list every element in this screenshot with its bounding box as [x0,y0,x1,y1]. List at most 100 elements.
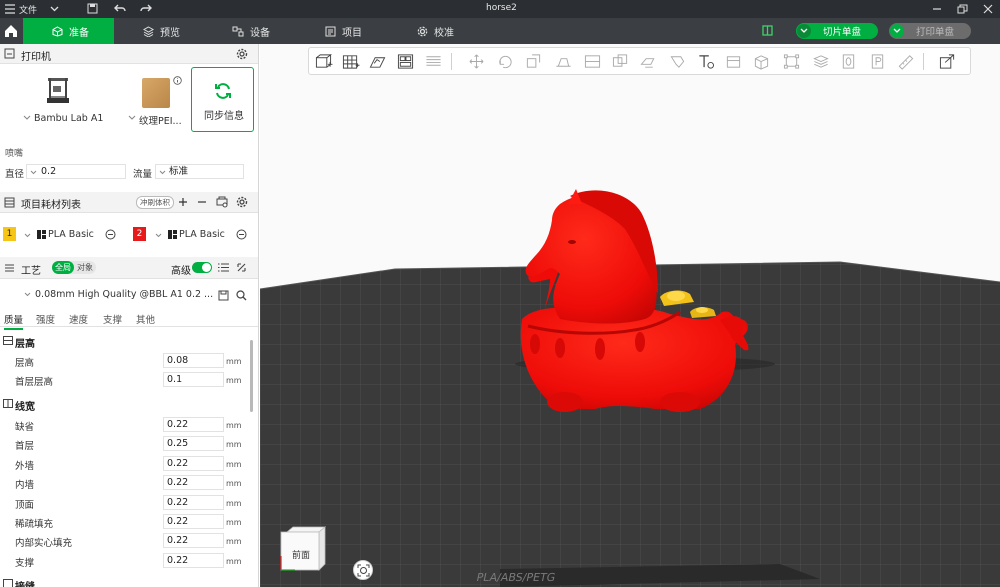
undo-icon[interactable] [114,3,126,14]
window-title: horse2 [486,3,517,13]
line-width-row-unit: mm [226,479,242,489]
filament-slot-2[interactable]: 2 PLA Basic [133,225,256,245]
subtab-speed[interactable]: 速度 [69,312,88,326]
subtab-others[interactable]: 其他 [136,312,155,326]
line-width-row-label: 外墙 [15,460,35,472]
layer-height-value: 0.08 [167,355,189,366]
plate-type-card[interactable]: 纹理PEI... [124,66,187,132]
redo-icon[interactable] [140,3,152,14]
text-icon[interactable] [696,53,715,70]
line-width-row-label: 顶面 [15,499,35,511]
line-width-row-input[interactable]: 0.22 [163,494,224,510]
title-bar: 文件 horse2 [0,0,1000,18]
flush-volume-badge[interactable]: 冲刷体积 [136,196,174,209]
toggle-object[interactable]: 对象 [74,261,96,274]
print-plate-button[interactable]: 打印单盘 [889,23,971,39]
chevron-down-icon[interactable] [128,115,136,121]
restore-icon[interactable] [957,4,968,14]
chevron-down-icon[interactable] [50,6,59,12]
global-object-toggle[interactable]: 全局 对象 [52,261,96,274]
flow-value: 标准 [169,166,189,177]
assembly-view-icon[interactable] [938,53,957,70]
advanced-switch[interactable] [192,262,212,273]
add-icon[interactable] [178,197,188,207]
tab-project-label: 项目 [342,27,362,39]
cut-icon [584,55,601,68]
bambu-logo-icon [37,230,46,239]
filament-section-title: 项目耗材列表 [21,200,81,211]
add-object-icon[interactable] [314,53,333,70]
remove-icon[interactable] [197,197,207,207]
subtab-support[interactable]: 支撑 [103,312,122,326]
file-menu[interactable]: 文件 [19,3,37,16]
chevron-down-icon [24,233,31,238]
line-width-row-input[interactable]: 0.22 [163,533,224,549]
filament-slot-1[interactable]: 1 PLA Basic [3,225,126,245]
compare-icon[interactable] [236,262,247,273]
edit-circle-icon[interactable] [105,229,116,240]
chevron-down-icon[interactable] [797,24,811,38]
flow-select[interactable]: 标准 [155,164,244,179]
tab-preview[interactable]: 预览 [143,18,203,44]
home-button[interactable] [0,18,22,44]
process-subtabs: 质量 强度 速度 支撑 其他 [0,310,258,330]
menu-icon[interactable] [5,4,15,14]
tab-device-label: 设备 [250,27,270,39]
line-width-row-value: 0.22 [167,516,189,527]
fit-view-button[interactable] [353,560,373,580]
gear-icon[interactable] [236,48,248,60]
printer-card[interactable]: Bambu Lab A1 [2,66,121,132]
3d-viewport[interactable]: PLA/ABS/PETG 前面 [260,44,1000,587]
filament-section-header: 项目耗材列表 冲刷体积 [0,192,258,213]
auto-orient-icon[interactable] [368,53,387,70]
edit-circle-icon[interactable] [236,229,247,240]
plate-manager-icon[interactable] [762,25,773,36]
line-width-row-label: 首层 [15,441,35,453]
first-layer-height-input[interactable]: 0.1 [163,372,224,387]
lay-on-face-icon [556,58,571,67]
line-width-row-input[interactable]: 0.22 [163,475,224,491]
toggle-global[interactable]: 全局 [52,261,74,274]
printer-sync-icon[interactable] [216,196,228,208]
tab-project[interactable]: 项目 [325,18,385,44]
layer-height-input[interactable]: 0.08 [163,353,224,368]
tab-device[interactable]: 设备 [232,18,292,44]
panel-scrollbar[interactable] [250,340,253,412]
search-icon[interactable] [236,290,247,301]
save-icon[interactable] [87,3,98,14]
chevron-down-icon[interactable] [23,115,31,121]
view-cube-front-label: 前面 [292,551,311,561]
save-preset-icon[interactable] [218,290,229,301]
process-preset-select[interactable]: 0.08mm High Quality @BBL A1 0.2 ... [20,285,213,303]
line-width-row-input[interactable]: 0.22 [163,455,224,471]
add-plate-icon[interactable] [341,53,360,70]
slice-plate-button[interactable]: 切片单盘 [796,23,878,39]
tab-calibration[interactable]: 校准 [417,18,477,44]
flow-label: 流量 [133,169,153,180]
minimize-icon[interactable] [932,5,942,13]
subtab-quality[interactable]: 质量 [4,312,24,330]
process-icon [5,264,14,272]
line-width-row-label: 缺省 [15,422,35,433]
info-icon[interactable] [173,76,182,85]
filament-name: PLA Basic [179,229,225,240]
process-preset-name: 0.08mm High Quality @BBL A1 0.2 ... [35,289,214,300]
arrange-icon[interactable] [396,53,415,70]
view-cube[interactable]: 前面 [279,526,327,574]
chevron-down-icon[interactable] [890,24,904,38]
left-settings-panel: 打印机 Bambu Lab A1 纹理PEI... 同步信息 喷嘴 直径 0.2… [0,44,259,587]
line-width-row-input[interactable]: 0.22 [163,417,224,432]
sync-info-button[interactable]: 同步信息 [191,67,254,132]
tab-prepare[interactable]: 准备 [23,18,114,44]
line-width-row-input[interactable]: 0.22 [163,514,224,529]
line-width-group-title: 线宽 [15,402,35,413]
line-width-row-input[interactable]: 0.22 [163,552,224,568]
gear-icon[interactable] [236,196,248,208]
line-width-row-input[interactable]: 0.25 [163,436,224,452]
process-section-title: 工艺 [21,266,41,277]
printer-name: Bambu Lab A1 [34,113,104,124]
list-icon[interactable] [218,262,229,273]
diameter-select[interactable]: 0.2 [26,164,126,179]
close-icon[interactable] [983,4,993,14]
subtab-strength[interactable]: 强度 [36,312,55,326]
